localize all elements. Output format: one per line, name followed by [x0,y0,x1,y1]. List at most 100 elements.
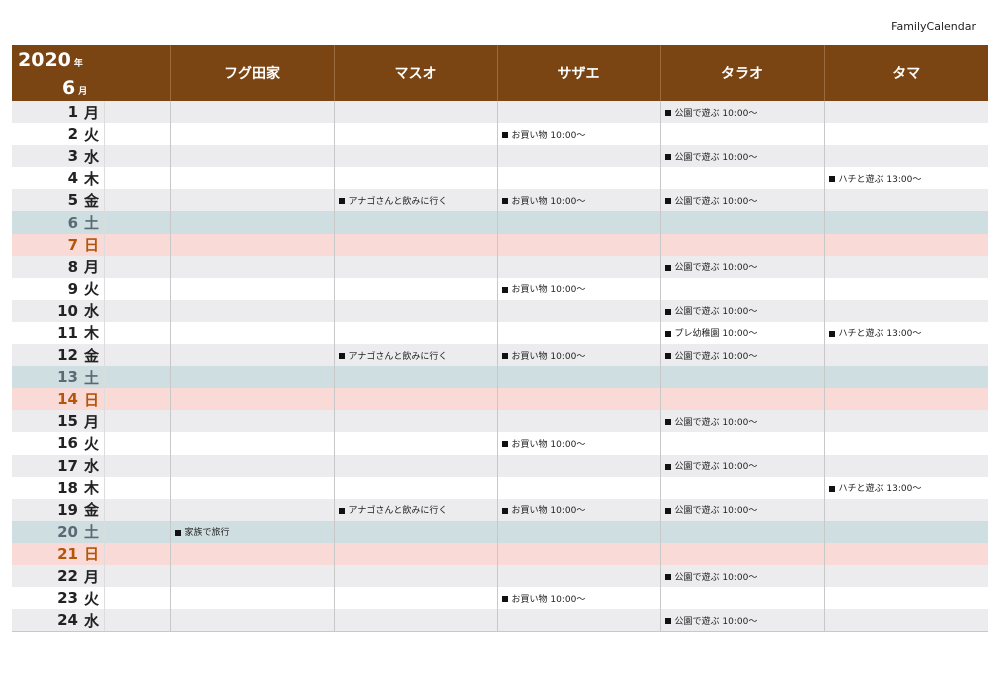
event-cell-tarao[interactable]: 公園で遊ぶ 10:00〜 [659,498,825,521]
event-cell-masuo[interactable] [333,123,498,146]
event-cell-tama[interactable]: ハチと遊ぶ 13:00〜 [823,476,989,499]
event-cell-masuo[interactable] [333,145,498,168]
event-cell-sazae[interactable] [496,321,661,345]
event-cell-tama[interactable] [823,101,989,124]
event-cell-masuo[interactable]: アナゴさんと飲みに行く [333,189,498,212]
event-cell-sazae[interactable] [496,167,661,190]
event-cell-fuguta[interactable]: 家族で旅行 [169,520,335,543]
event-cell-tarao[interactable] [659,520,825,543]
day-note-cell[interactable] [103,123,171,146]
event-cell-fuguta[interactable] [169,366,335,389]
day-note-cell[interactable] [103,233,171,256]
event-cell-tama[interactable] [823,145,989,168]
event-cell-fuguta[interactable] [169,410,335,433]
day-note-cell[interactable] [103,454,171,477]
event-cell-tarao[interactable] [659,366,825,389]
event-cell-sazae[interactable] [496,520,661,543]
event-cell-fuguta[interactable] [169,432,335,455]
event-cell-fuguta[interactable] [169,321,335,345]
event-cell-tama[interactable] [823,432,989,455]
event-cell-sazae[interactable]: お買い物 10:00〜 [496,189,661,212]
event-cell-tama[interactable] [823,233,989,256]
event-cell-sazae[interactable] [496,299,661,322]
event-cell-masuo[interactable] [333,255,498,278]
event-cell-sazae[interactable] [496,609,661,633]
day-note-cell[interactable] [103,189,171,212]
event-cell-masuo[interactable] [333,299,498,322]
day-note-cell[interactable] [103,520,171,543]
day-note-cell[interactable] [103,609,171,633]
day-note-cell[interactable] [103,321,171,345]
event-cell-sazae[interactable] [496,476,661,499]
event-cell-fuguta[interactable] [169,145,335,168]
event-cell-masuo[interactable] [333,432,498,455]
day-note-cell[interactable] [103,542,171,565]
event-cell-tarao[interactable] [659,388,825,411]
day-note-cell[interactable] [103,432,171,455]
event-cell-masuo[interactable] [333,476,498,499]
event-cell-tama[interactable] [823,587,989,610]
event-cell-masuo[interactable] [333,101,498,124]
event-cell-masuo[interactable] [333,564,498,588]
event-cell-tama[interactable] [823,388,989,411]
event-cell-tarao[interactable]: 公園で遊ぶ 10:00〜 [659,564,825,588]
event-cell-tarao[interactable]: 公園で遊ぶ 10:00〜 [659,344,825,367]
event-cell-tama[interactable] [823,609,989,633]
event-cell-fuguta[interactable] [169,233,335,256]
event-cell-sazae[interactable] [496,366,661,389]
event-cell-tarao[interactable] [659,587,825,610]
event-cell-tarao[interactable] [659,277,825,300]
event-cell-sazae[interactable] [496,255,661,278]
event-cell-sazae[interactable] [496,211,661,234]
event-cell-sazae[interactable] [496,145,661,168]
day-note-cell[interactable] [103,255,171,278]
day-note-cell[interactable] [103,299,171,322]
day-note-cell[interactable] [103,211,171,234]
event-cell-fuguta[interactable] [169,542,335,565]
event-cell-sazae[interactable] [496,388,661,411]
event-cell-tarao[interactable]: 公園で遊ぶ 10:00〜 [659,189,825,212]
day-note-cell[interactable] [103,410,171,433]
event-cell-masuo[interactable] [333,587,498,610]
event-cell-sazae[interactable]: お買い物 10:00〜 [496,587,661,610]
event-cell-tama[interactable] [823,211,989,234]
event-cell-tarao[interactable] [659,123,825,146]
day-note-cell[interactable] [103,277,171,300]
event-cell-tama[interactable] [823,366,989,389]
event-cell-tarao[interactable]: プレ幼稚園 10:00〜 [659,321,825,345]
event-cell-masuo[interactable] [333,388,498,411]
event-cell-tarao[interactable]: 公園で遊ぶ 10:00〜 [659,609,825,633]
event-cell-sazae[interactable]: お買い物 10:00〜 [496,123,661,146]
day-note-cell[interactable] [103,476,171,499]
event-cell-tarao[interactable] [659,432,825,455]
event-cell-tama[interactable] [823,277,989,300]
event-cell-tama[interactable] [823,454,989,477]
event-cell-fuguta[interactable] [169,167,335,190]
day-note-cell[interactable] [103,101,171,124]
event-cell-masuo[interactable]: アナゴさんと飲みに行く [333,344,498,367]
day-note-cell[interactable] [103,587,171,610]
event-cell-masuo[interactable] [333,454,498,477]
event-cell-masuo[interactable] [333,520,498,543]
event-cell-tama[interactable] [823,410,989,433]
event-cell-tama[interactable] [823,542,989,565]
event-cell-fuguta[interactable] [169,609,335,633]
event-cell-sazae[interactable]: お買い物 10:00〜 [496,498,661,521]
event-cell-tama[interactable] [823,520,989,543]
event-cell-tarao[interactable]: 公園で遊ぶ 10:00〜 [659,101,825,124]
event-cell-masuo[interactable] [333,366,498,389]
day-note-cell[interactable] [103,498,171,521]
event-cell-fuguta[interactable] [169,189,335,212]
event-cell-masuo[interactable] [333,542,498,565]
day-note-cell[interactable] [103,145,171,168]
event-cell-fuguta[interactable] [169,277,335,300]
event-cell-sazae[interactable] [496,454,661,477]
event-cell-sazae[interactable] [496,542,661,565]
event-cell-sazae[interactable]: お買い物 10:00〜 [496,432,661,455]
event-cell-tarao[interactable] [659,167,825,190]
event-cell-sazae[interactable]: お買い物 10:00〜 [496,344,661,367]
event-cell-tama[interactable] [823,564,989,588]
event-cell-masuo[interactable]: アナゴさんと飲みに行く [333,498,498,521]
event-cell-tarao[interactable]: 公園で遊ぶ 10:00〜 [659,454,825,477]
event-cell-masuo[interactable] [333,167,498,190]
